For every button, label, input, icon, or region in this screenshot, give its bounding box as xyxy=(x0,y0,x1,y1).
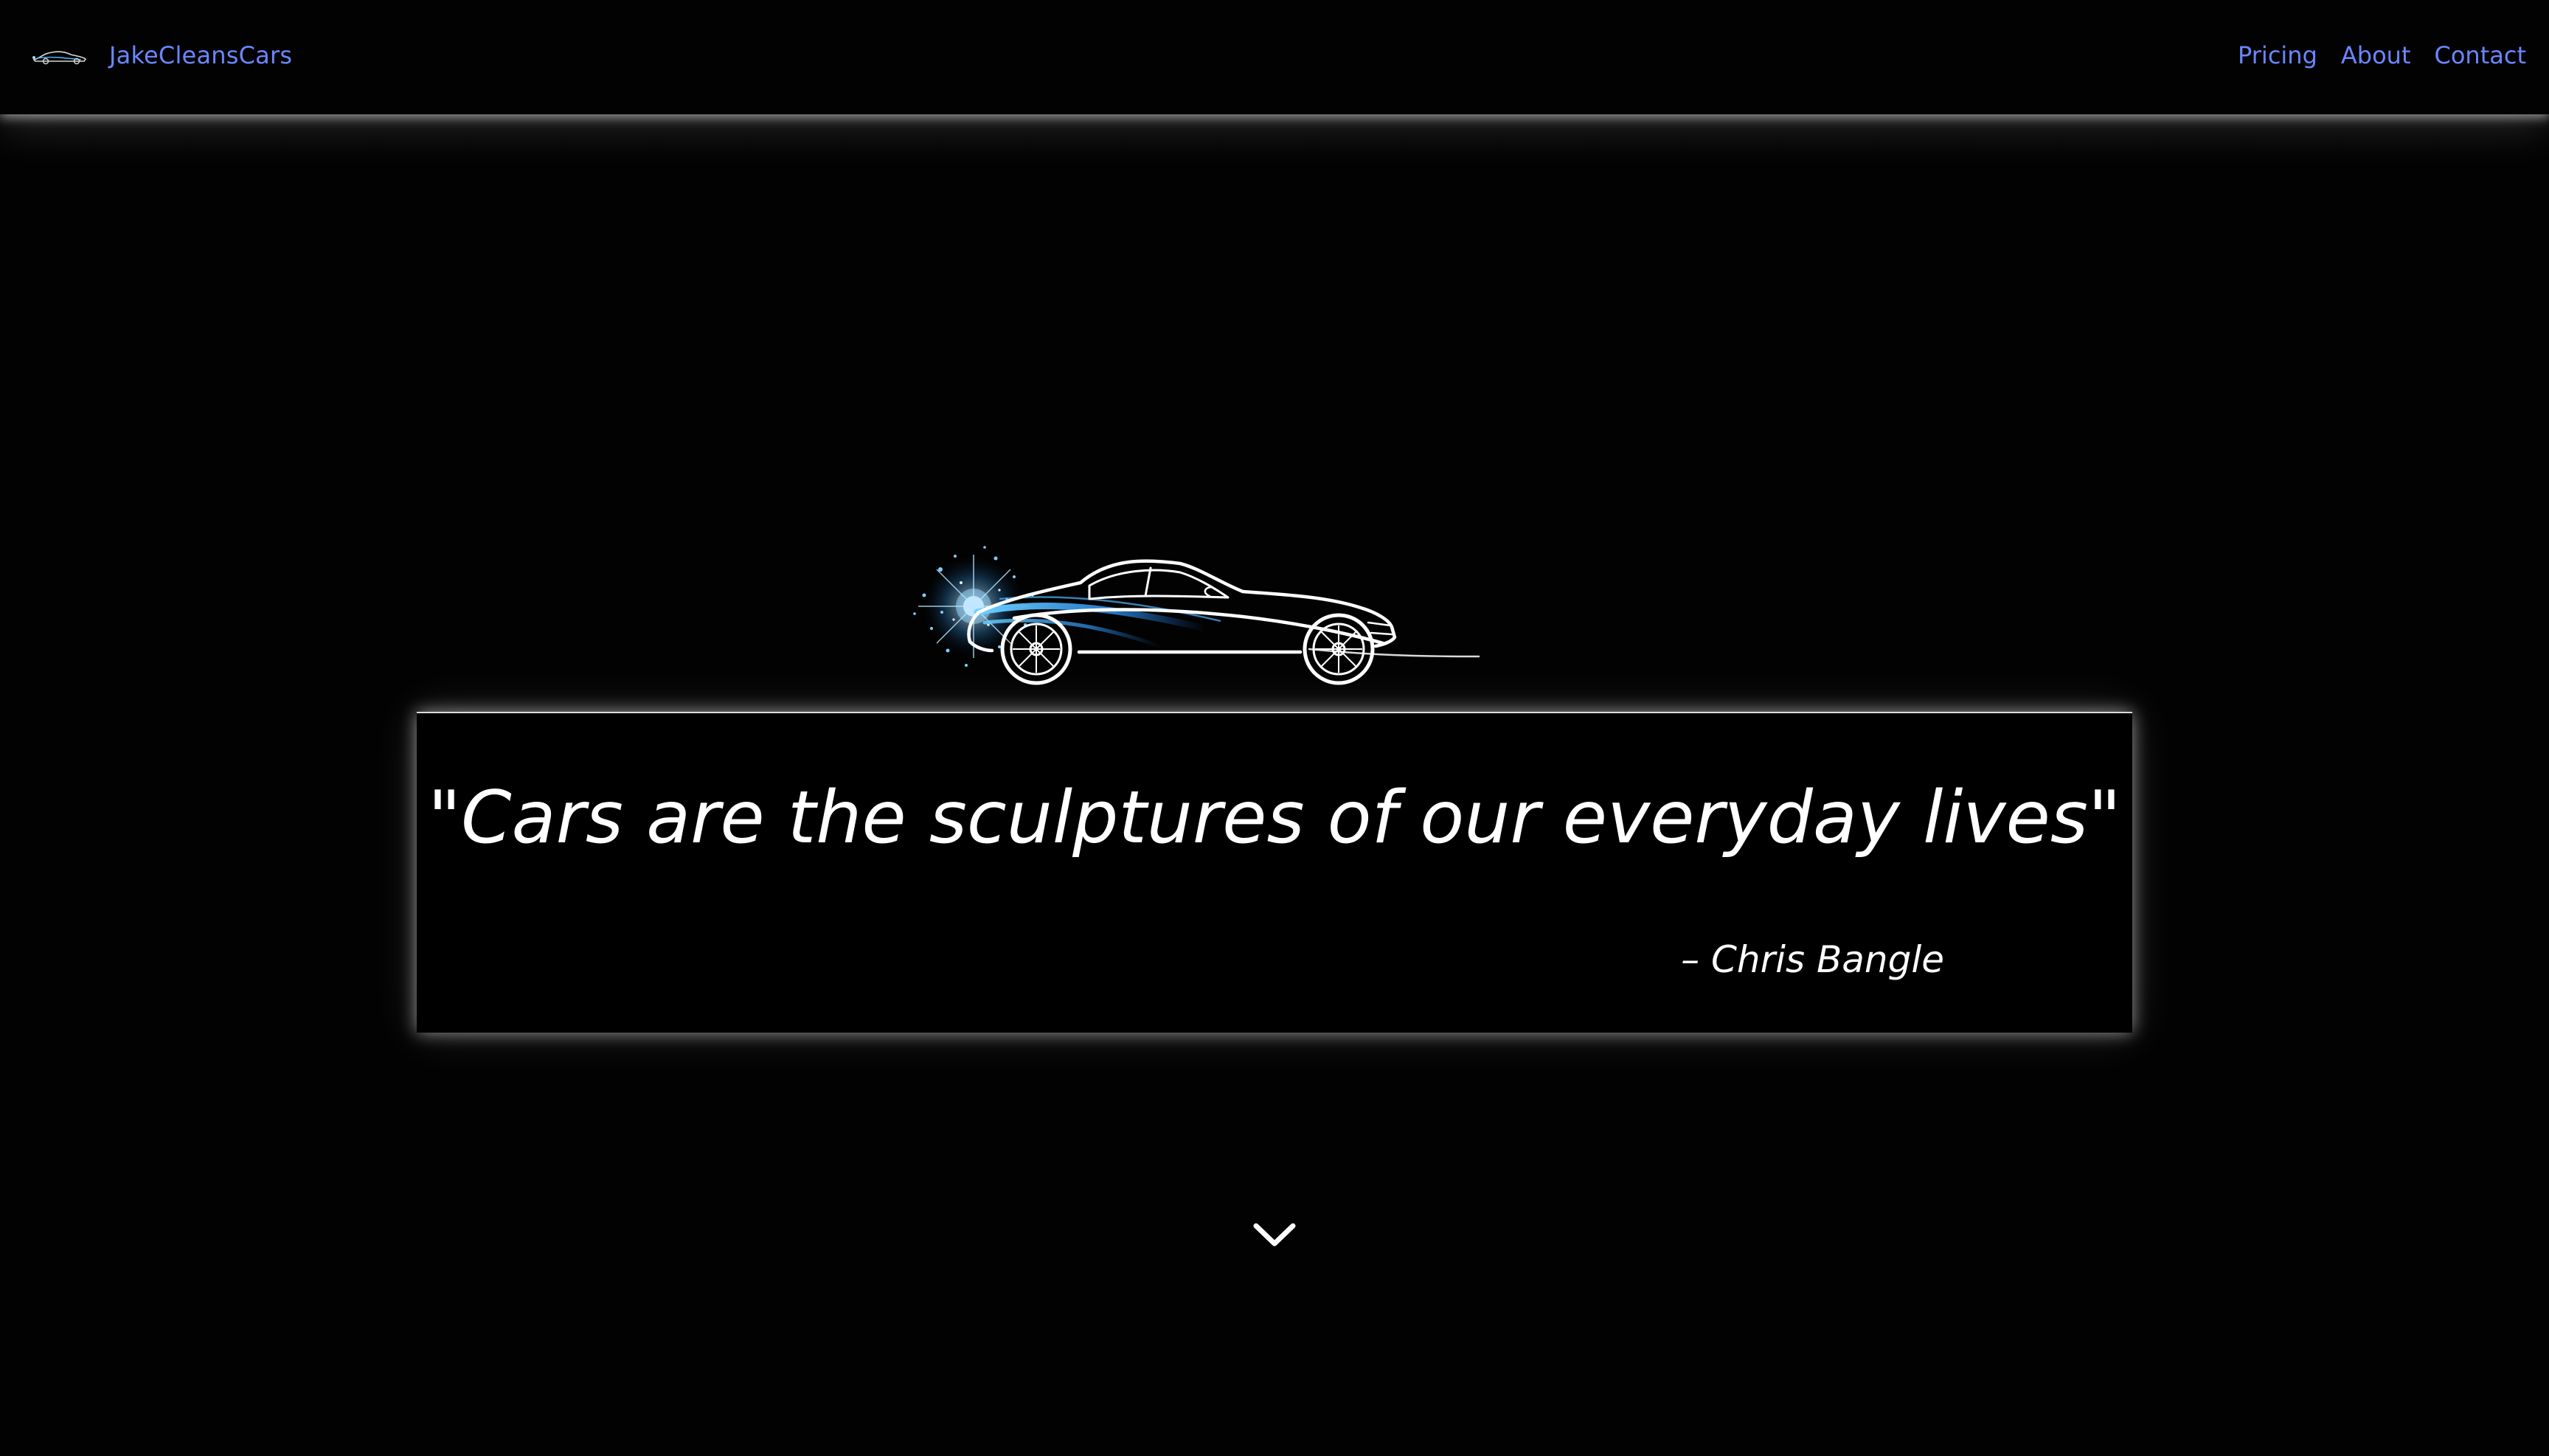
quote-author: – Chris Bangle xyxy=(1681,938,1944,981)
navbar: JakeCleansCars Pricing About Contact xyxy=(0,0,2549,114)
nav-link-about[interactable]: About xyxy=(2341,41,2411,69)
page: JakeCleansCars Pricing About Contact "Ca… xyxy=(0,0,2549,1456)
quote-card: "Cars are the sculptures of our everyday… xyxy=(417,712,2132,1033)
nav-links: Pricing About Contact xyxy=(2214,0,2526,111)
chevron-down-icon[interactable] xyxy=(1252,1218,1297,1249)
brand-name: JakeCleansCars xyxy=(109,41,293,69)
nav-link-pricing[interactable]: Pricing xyxy=(2238,41,2317,69)
quote-text: "Cars are the sculptures of our everyday… xyxy=(428,776,2121,860)
car-logo-icon xyxy=(32,51,87,65)
nav-link-contact[interactable]: Contact xyxy=(2435,41,2527,69)
brand-home-link[interactable]: JakeCleansCars xyxy=(30,0,292,111)
sparkling-car-illustration xyxy=(913,546,1480,685)
